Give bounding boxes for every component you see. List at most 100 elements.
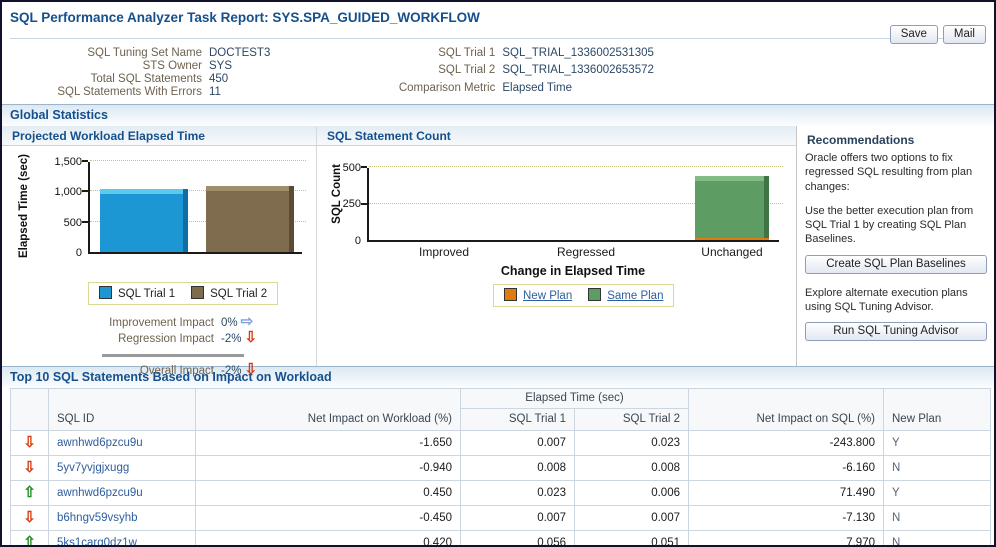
new-plan-link[interactable]: New Plan <box>523 290 572 302</box>
sts-owner-value: SYS <box>209 60 233 72</box>
recommendations-panel: Recommendations Oracle offers two option… <box>796 126 994 366</box>
sql-id-column-header: SQL ID <box>48 388 196 431</box>
y-tick-label: 1,000 <box>54 186 82 198</box>
field-label: SQL Trial 2 <box>438 64 496 77</box>
new-plan-cell: N <box>883 455 991 481</box>
trial2-column-header: SQL Trial 2 <box>574 408 689 431</box>
field-label: SQL Statements With Errors <box>57 86 202 98</box>
trend-icon: ⇩ <box>23 508 36 526</box>
down-arrow-icon: ⇩ <box>244 361 258 378</box>
table-row: ⇧ 5ks1carg0dz1w 0.420 0.056 0.051 7.970 … <box>10 530 991 547</box>
sql-tuning-set-name-value: DOCTEST3 <box>209 47 271 59</box>
field-label: Comparison Metric <box>398 81 496 94</box>
x-category-improved: Improved <box>418 245 470 259</box>
count-chart: SQL Count 0 250 500 Improved Regressed U… <box>317 146 796 364</box>
table-row: ⇩ b6hngv59vsyhb -0.450 0.007 0.007 -7.13… <box>10 505 991 531</box>
count-bar-sameplan <box>695 176 769 238</box>
y-tick-label: 0 <box>354 235 361 247</box>
y-tick <box>361 203 367 205</box>
trend-icon: ⇧ <box>23 533 36 547</box>
net-impact-workload-cell: -1.650 <box>195 430 461 456</box>
summary-left-group: SQL Tuning Set Name DOCTEST3 STS Owner S… <box>10 47 270 98</box>
save-button[interactable]: Save <box>889 25 938 44</box>
net-impact-sql-cell: -7.130 <box>688 505 884 531</box>
sql-trial-2-value: SQL_TRIAL_1336002653572 <box>502 64 654 77</box>
sql-id-link[interactable]: 5ks1carg0dz1w <box>57 537 137 546</box>
page-header: SQL Performance Analyzer Task Report: SY… <box>2 2 994 36</box>
impact-summary: Improvement Impact 0% ⇨ Regression Impac… <box>2 314 316 379</box>
legend-item-trial1: SQL Trial 1 <box>99 286 175 300</box>
trial2-elapsed-cell: 0.008 <box>574 455 689 481</box>
elapsed-time-group-header: Elapsed Time (sec) <box>460 388 689 409</box>
trend-icon: ⇩ <box>23 433 36 451</box>
impact-divider <box>102 354 244 357</box>
sql-id-link[interactable]: awnhwd6pzcu9u <box>57 437 143 449</box>
spa-task-report-window: SQL Performance Analyzer Task Report: SY… <box>0 0 996 547</box>
y-tick-label: 0 <box>75 247 82 259</box>
net-impact-workload-cell: 0.420 <box>195 530 461 545</box>
down-arrow-icon: ⇩ <box>244 329 258 346</box>
trial2-elapsed-cell: 0.023 <box>574 430 689 456</box>
impact-label: Overall Impact <box>139 365 214 377</box>
toolbar: Save Mail <box>889 25 986 44</box>
table-row: ⇩ 5yv7yvjgjxugg -0.940 0.008 0.008 -6.16… <box>10 455 991 481</box>
new-plan-swatch-icon <box>504 288 517 301</box>
sql-id-link[interactable]: 5yv7yvjgjxugg <box>57 462 129 474</box>
workload-chart-y-axis-label: Elapsed Time (sec) <box>18 154 30 258</box>
table-header-group-row: SQL ID Net Impact on Workload (%) Elapse… <box>10 388 991 431</box>
run-sql-tuning-advisor-button[interactable]: Run SQL Tuning Advisor <box>805 322 987 342</box>
y-tick-label: 1,500 <box>54 156 82 168</box>
y-tick <box>82 160 88 162</box>
trial1-elapsed-cell: 0.056 <box>460 530 575 545</box>
y-tick-label: 250 <box>342 198 361 210</box>
gridline <box>90 160 306 161</box>
trial1-elapsed-cell: 0.023 <box>460 480 575 506</box>
x-category-unchanged: Unchanged <box>701 245 763 259</box>
net-impact-workload-cell: 0.450 <box>195 480 461 506</box>
y-tick <box>361 166 367 168</box>
count-chart-y-axis-label: SQL Count <box>331 164 343 224</box>
mail-button[interactable]: Mail <box>942 25 986 44</box>
sql-id-link[interactable]: b6hngv59vsyhb <box>57 512 138 524</box>
legend-item-new-plan: New Plan <box>504 288 572 302</box>
trial1-elapsed-cell: 0.007 <box>460 430 575 456</box>
new-plan-cell: Y <box>883 480 991 506</box>
trial2-swatch-icon <box>191 286 205 299</box>
net-impact-sql-cell: -6.160 <box>688 455 884 481</box>
overall-impact-value: -2% <box>221 365 242 377</box>
legend-label: SQL Trial 1 <box>118 288 176 300</box>
field-label: Total SQL Statements <box>90 73 202 85</box>
same-plan-link[interactable]: Same Plan <box>607 290 663 302</box>
same-plan-swatch-icon <box>588 288 602 301</box>
legend-item-same-plan: Same Plan <box>588 288 663 302</box>
workload-chart-plot-area: 0 500 1,000 1,500 <box>54 156 306 259</box>
top10-table-container: SQL ID Net Impact on Workload (%) Elapse… <box>2 388 994 547</box>
net-impact-sql-cell: 71.490 <box>688 480 884 506</box>
table-row: ⇩ awnhwd6pzcu9u -1.650 0.007 0.023 -243.… <box>10 430 991 456</box>
new-plan-cell: N <box>883 530 991 545</box>
create-sql-plan-baselines-button[interactable]: Create SQL Plan Baselines <box>805 254 987 274</box>
new-plan-column-header: New Plan <box>883 388 991 431</box>
sql-statements-with-errors-value: 11 <box>209 86 221 98</box>
sql-id-link[interactable]: awnhwd6pzcu9u <box>57 487 143 499</box>
y-tick-label: 500 <box>342 162 361 174</box>
net-impact-sql-column-header: Net Impact on SQL (%) <box>688 388 884 431</box>
x-category-regressed: Regressed <box>556 245 616 259</box>
sql-statement-count-panel: SQL Statement Count SQL Count 0 250 500 … <box>316 126 796 366</box>
count-chart-x-axis-label: Change in Elapsed Time <box>500 264 646 278</box>
count-bar-newplan <box>695 238 769 240</box>
field-label: SQL Tuning Set Name <box>87 47 202 59</box>
net-impact-sql-cell: -243.800 <box>688 430 884 456</box>
top10-sql-table: SQL ID Net Impact on Workload (%) Elapse… <box>10 388 991 547</box>
improvement-impact-row: Improvement Impact 0% ⇨ <box>2 314 316 331</box>
recommendation-option2-text: Explore alternate execution plans using … <box>805 286 968 314</box>
legend-label: SQL Trial 2 <box>210 288 268 300</box>
net-impact-workload-cell: -0.450 <box>195 505 461 531</box>
trial1-elapsed-cell: 0.008 <box>460 455 575 481</box>
y-tick <box>82 190 88 192</box>
y-tick <box>82 221 88 223</box>
trial2-elapsed-cell: 0.006 <box>574 480 689 506</box>
impact-label: Regression Impact <box>118 333 214 345</box>
trial2-elapsed-cell: 0.051 <box>574 530 689 545</box>
trend-icon: ⇧ <box>23 483 36 501</box>
